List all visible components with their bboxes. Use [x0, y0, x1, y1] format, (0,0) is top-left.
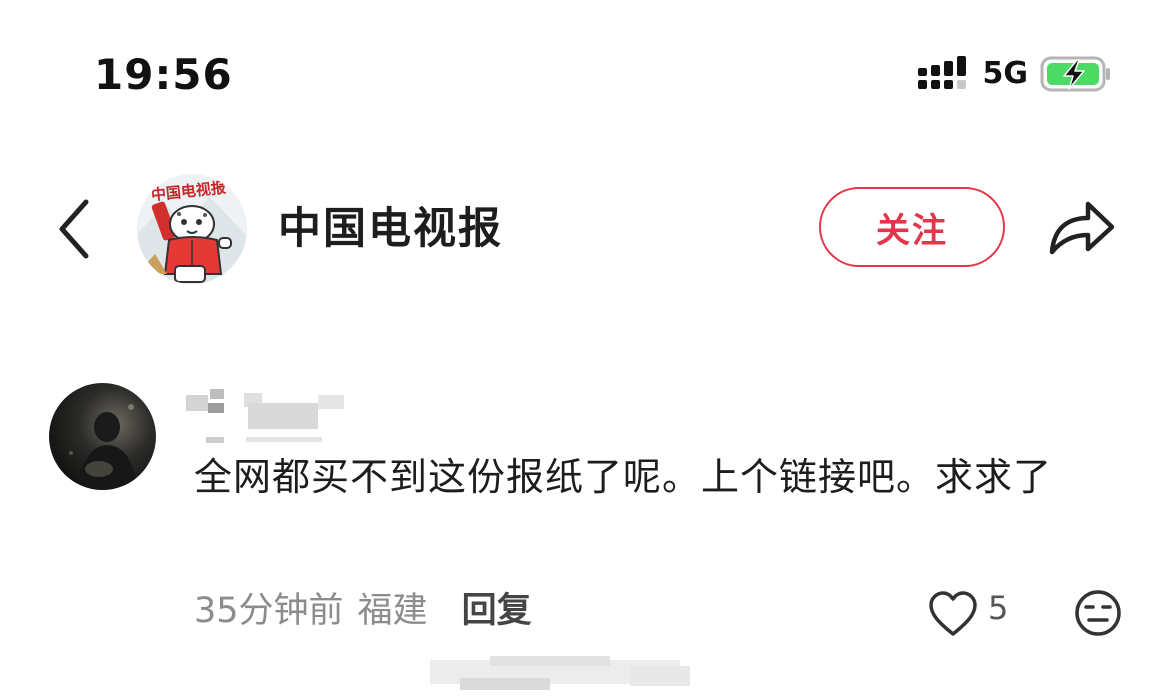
- network-label: 5G: [982, 56, 1029, 91]
- reply-button[interactable]: 回复: [462, 586, 532, 636]
- share-arrow-icon[interactable]: [1046, 194, 1118, 260]
- status-time: 19:56: [94, 50, 233, 99]
- commenter-avatar[interactable]: [49, 383, 156, 490]
- snow-leopard-mascot-image: 中国电视报: [137, 174, 247, 284]
- comment-location: 福建: [357, 591, 428, 631]
- like-button[interactable]: 5: [928, 586, 1008, 642]
- account-avatar[interactable]: 中国电视报: [137, 174, 247, 284]
- comment-time: 35分钟前: [194, 591, 344, 631]
- commenter-photo: [49, 383, 156, 490]
- meh-face-icon[interactable]: [1073, 588, 1123, 638]
- battery-charging-icon: [1040, 56, 1110, 92]
- heart-outline-icon: [929, 591, 977, 636]
- signal-bars-icon: [917, 56, 966, 89]
- follow-button[interactable]: 关注: [819, 187, 1005, 267]
- status-indicators: 5G: [917, 54, 1113, 94]
- username-redacted: [186, 389, 344, 443]
- reply-preview-redacted: [430, 656, 690, 690]
- comment-text: 全网都买不到这份报纸了呢。上个链接吧。求求了: [194, 455, 1053, 499]
- like-count: 5: [988, 589, 1009, 627]
- account-name[interactable]: 中国电视报: [278, 200, 503, 258]
- chevron-left-icon[interactable]: [50, 196, 100, 262]
- comment-meta: 35分钟前 福建 回复: [194, 586, 532, 636]
